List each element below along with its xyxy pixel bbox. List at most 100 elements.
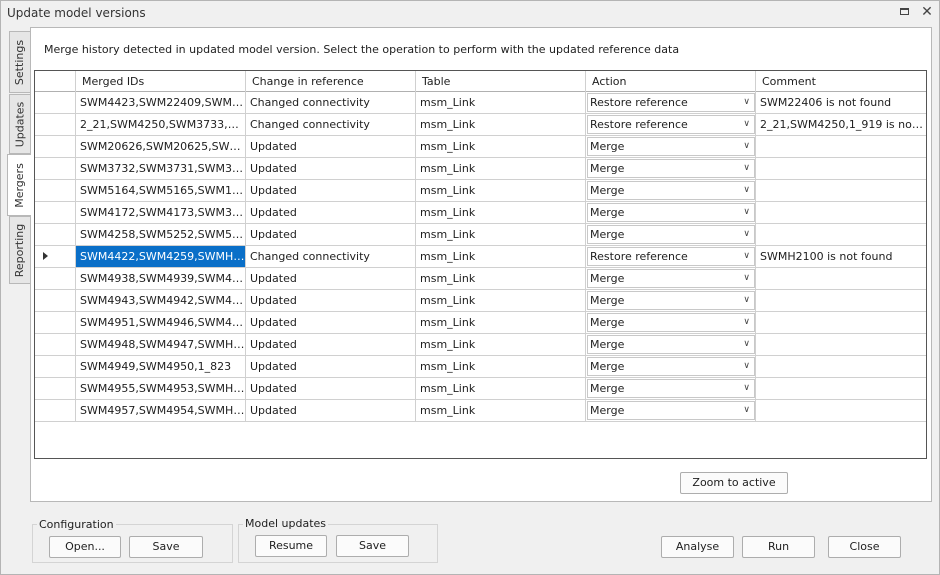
comment-cell[interactable] bbox=[756, 378, 926, 399]
table-row[interactable]: SWM4951,SWM4946,SWM4945 Updated msm_Link Me… bbox=[35, 312, 926, 334]
change-in-reference-cell[interactable]: Updated bbox=[246, 224, 416, 245]
table-cell[interactable]: msm_Link bbox=[416, 334, 586, 355]
table-cell[interactable]: msm_Link bbox=[416, 114, 586, 135]
chevron-down-icon[interactable]: ∨ bbox=[743, 160, 750, 177]
comment-cell[interactable] bbox=[756, 268, 926, 289]
merged-ids-cell[interactable]: SWM4938,SWM4939,SWM4990 bbox=[76, 268, 246, 289]
merged-ids-cell[interactable]: SWM4258,SWM5252,SWM5253 bbox=[76, 224, 246, 245]
action-cell[interactable]: Merge ∨ bbox=[586, 224, 756, 245]
merged-ids-cell[interactable]: SWM4948,SWM4947,SWMH1775 bbox=[76, 334, 246, 355]
table-row[interactable]: SWM4949,SWM4950,1_823 Updated msm_Link Merg… bbox=[35, 356, 926, 378]
table-row[interactable]: SWM4938,SWM4939,SWM4990 Updated msm_Link Me… bbox=[35, 268, 926, 290]
action-dropdown[interactable]: Merge ∨ bbox=[587, 379, 755, 398]
action-dropdown[interactable]: Merge ∨ bbox=[587, 313, 755, 332]
action-cell[interactable]: Merge ∨ bbox=[586, 202, 756, 223]
chevron-down-icon[interactable]: ∨ bbox=[743, 270, 750, 287]
table-cell[interactable]: msm_Link bbox=[416, 158, 586, 179]
chevron-down-icon[interactable]: ∨ bbox=[743, 182, 750, 199]
table-row[interactable]: SWM5164,SWM5165,SWM12003 Updated msm_Link M… bbox=[35, 180, 926, 202]
resume-button[interactable]: Resume bbox=[255, 535, 327, 557]
action-dropdown[interactable]: Merge ∨ bbox=[587, 335, 755, 354]
change-in-reference-cell[interactable]: Updated bbox=[246, 202, 416, 223]
merged-ids-cell[interactable]: SWM4949,SWM4950,1_823 bbox=[76, 356, 246, 377]
action-cell[interactable]: Merge ∨ bbox=[586, 400, 756, 421]
row-indicator[interactable] bbox=[35, 136, 76, 157]
table-row[interactable]: SWM4172,SWM4173,SWM3760 Updated msm_Link Me… bbox=[35, 202, 926, 224]
close-icon[interactable]: ✕ bbox=[919, 4, 935, 20]
maximize-icon[interactable] bbox=[897, 4, 913, 20]
open-button[interactable]: Open... bbox=[49, 536, 121, 558]
table-row[interactable]: SWM4955,SWM4953,SWMH1779 Updated msm_Link M… bbox=[35, 378, 926, 400]
table-row[interactable]: SWM4957,SWM4954,SWMH1777 Updated msm_Link M… bbox=[35, 400, 926, 422]
comment-cell[interactable] bbox=[756, 224, 926, 245]
table-row[interactable]: 2_21,SWM4250,SWM3733,SWM3734Changed conn… bbox=[35, 114, 926, 136]
row-indicator[interactable] bbox=[35, 312, 76, 333]
action-dropdown[interactable]: Merge ∨ bbox=[587, 137, 755, 156]
table-row[interactable]: SWM4948,SWM4947,SWMH1775 Updated msm_Link M… bbox=[35, 334, 926, 356]
header-table[interactable]: Table bbox=[416, 71, 586, 92]
mergers-grid[interactable]: Merged IDs Change in reference Table Act… bbox=[34, 70, 927, 459]
merged-ids-cell[interactable]: SWM4172,SWM4173,SWM3760 bbox=[76, 202, 246, 223]
merged-ids-cell[interactable]: 2_21,SWM4250,SWM3733,SWM3734 bbox=[76, 114, 246, 135]
updates-save-button[interactable]: Save bbox=[336, 535, 409, 557]
comment-cell[interactable] bbox=[756, 136, 926, 157]
table-cell[interactable]: msm_Link bbox=[416, 378, 586, 399]
action-dropdown[interactable]: Merge ∨ bbox=[587, 269, 755, 288]
change-in-reference-cell[interactable]: Changed connectivity bbox=[246, 92, 416, 113]
run-button[interactable]: Run bbox=[742, 536, 815, 558]
change-in-reference-cell[interactable]: Changed connectivity bbox=[246, 114, 416, 135]
table-cell[interactable]: msm_Link bbox=[416, 180, 586, 201]
merged-ids-cell[interactable]: SWM4422,SWM4259,SWMH2100 bbox=[76, 246, 246, 267]
header-comment[interactable]: Comment bbox=[756, 71, 926, 92]
merged-ids-cell[interactable]: SWM4423,SWM22409,SWM22410,SWM22406 bbox=[76, 92, 246, 113]
close-button[interactable]: Close bbox=[828, 536, 901, 558]
table-row[interactable]: SWM3732,SWM3731,SWM3730 Updated msm_Link Me… bbox=[35, 158, 926, 180]
action-cell[interactable]: Merge ∨ bbox=[586, 268, 756, 289]
row-indicator[interactable] bbox=[35, 158, 76, 179]
change-in-reference-cell[interactable]: Updated bbox=[246, 136, 416, 157]
change-in-reference-cell[interactable]: Updated bbox=[246, 400, 416, 421]
merged-ids-cell[interactable]: SWM5164,SWM5165,SWM12003 bbox=[76, 180, 246, 201]
action-dropdown[interactable]: Restore reference ∨ bbox=[587, 247, 755, 266]
table-row[interactable]: SWM4943,SWM4942,SWM4941 Updated msm_Link Me… bbox=[35, 290, 926, 312]
action-dropdown[interactable]: Merge ∨ bbox=[587, 291, 755, 310]
table-cell[interactable]: msm_Link bbox=[416, 202, 586, 223]
header-change-in-reference[interactable]: Change in reference bbox=[246, 71, 416, 92]
zoom-to-active-button[interactable]: Zoom to active bbox=[680, 472, 788, 494]
change-in-reference-cell[interactable]: Updated bbox=[246, 180, 416, 201]
row-indicator[interactable] bbox=[35, 202, 76, 223]
change-in-reference-cell[interactable]: Updated bbox=[246, 334, 416, 355]
table-cell[interactable]: msm_Link bbox=[416, 312, 586, 333]
row-indicator[interactable] bbox=[35, 400, 76, 421]
chevron-down-icon[interactable]: ∨ bbox=[743, 204, 750, 221]
chevron-down-icon[interactable]: ∨ bbox=[743, 138, 750, 155]
table-cell[interactable]: msm_Link bbox=[416, 400, 586, 421]
action-cell[interactable]: Merge ∨ bbox=[586, 290, 756, 311]
action-cell[interactable]: Merge ∨ bbox=[586, 136, 756, 157]
table-row[interactable]: SWM4258,SWM5252,SWM5253 Updated msm_Link Me… bbox=[35, 224, 926, 246]
change-in-reference-cell[interactable]: Changed connectivity bbox=[246, 246, 416, 267]
header-merged-ids[interactable]: Merged IDs bbox=[76, 71, 246, 92]
action-cell[interactable]: Merge ∨ bbox=[586, 334, 756, 355]
header-action[interactable]: Action bbox=[586, 71, 756, 92]
row-indicator[interactable] bbox=[35, 334, 76, 355]
comment-cell[interactable] bbox=[756, 158, 926, 179]
table-cell[interactable]: msm_Link bbox=[416, 136, 586, 157]
action-dropdown[interactable]: Merge ∨ bbox=[587, 203, 755, 222]
comment-cell[interactable]: SWMH2100 is not found bbox=[756, 246, 926, 267]
tab-settings[interactable]: Settings bbox=[9, 31, 30, 93]
chevron-down-icon[interactable]: ∨ bbox=[743, 116, 750, 133]
merged-ids-cell[interactable]: SWM3732,SWM3731,SWM3730 bbox=[76, 158, 246, 179]
table-cell[interactable]: msm_Link bbox=[416, 290, 586, 311]
merged-ids-cell[interactable]: SWM4955,SWM4953,SWMH1779 bbox=[76, 378, 246, 399]
row-indicator[interactable] bbox=[35, 268, 76, 289]
chevron-down-icon[interactable]: ∨ bbox=[743, 292, 750, 309]
config-save-button[interactable]: Save bbox=[129, 536, 203, 558]
comment-cell[interactable]: SWM22406 is not found bbox=[756, 92, 926, 113]
table-cell[interactable]: msm_Link bbox=[416, 356, 586, 377]
action-cell[interactable]: Merge ∨ bbox=[586, 180, 756, 201]
action-cell[interactable]: Restore reference ∨ bbox=[586, 114, 756, 135]
action-dropdown[interactable]: Merge ∨ bbox=[587, 159, 755, 178]
action-cell[interactable]: Restore reference ∨ bbox=[586, 246, 756, 267]
comment-cell[interactable] bbox=[756, 312, 926, 333]
